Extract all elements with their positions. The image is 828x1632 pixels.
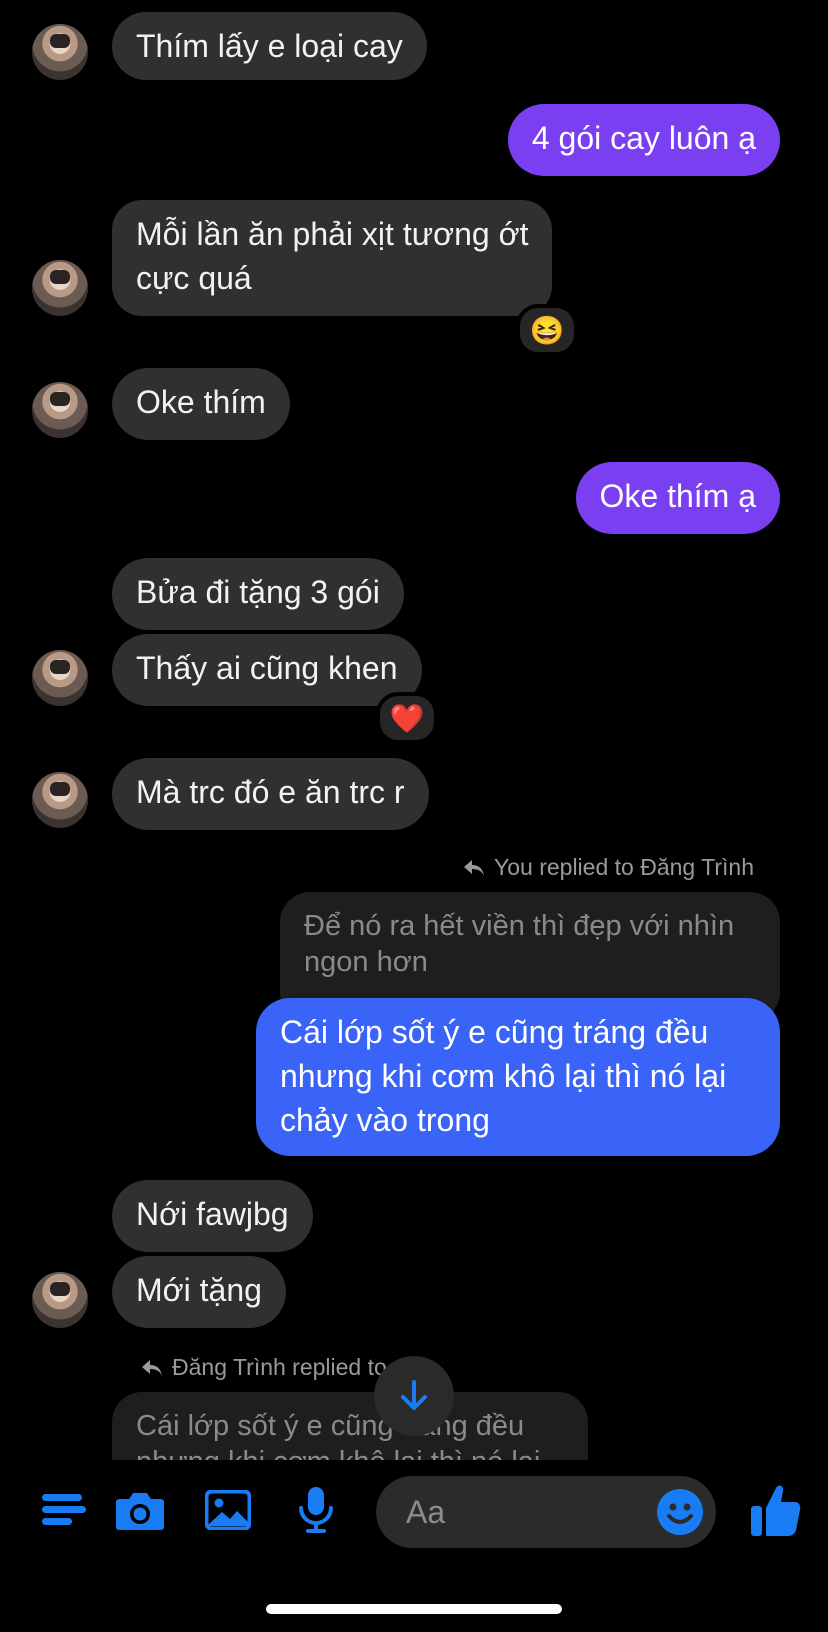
contact-avatar[interactable] xyxy=(32,382,88,438)
message-text: nhưng khi cơm khô lại thì nó lại xyxy=(280,1058,727,1094)
contact-avatar[interactable] xyxy=(32,1272,88,1328)
like-button[interactable] xyxy=(750,1482,802,1538)
emoji-button[interactable] xyxy=(656,1488,704,1536)
reaction-emoji: ❤️ xyxy=(389,702,425,734)
incoming-message[interactable]: Thấy ai cũng khen xyxy=(112,634,422,706)
quoted-message[interactable]: Cái lớp sốt ý e cũng tráng đều nhưng khi… xyxy=(112,1392,588,1460)
reaction-heart[interactable]: ❤️ xyxy=(376,692,438,744)
incoming-message[interactable]: Nới fawjbg xyxy=(112,1180,313,1252)
outgoing-message[interactable]: 4 gói cay luôn ạ xyxy=(507,104,780,176)
message-text: Cái lớp sốt ý e cũng tráng đều xyxy=(280,1014,709,1050)
incoming-message[interactable]: Mà trc đó e ăn trc r xyxy=(112,758,429,830)
contact-avatar[interactable] xyxy=(32,772,88,828)
message-text: Thấy ai cũng khen xyxy=(136,650,398,686)
menu-icon xyxy=(42,1494,86,1525)
menu-button[interactable] xyxy=(34,1480,94,1540)
gallery-button[interactable] xyxy=(198,1480,258,1540)
message-text: Nới fawjbg xyxy=(136,1196,289,1232)
contact-avatar[interactable] xyxy=(32,260,88,316)
microphone-button[interactable] xyxy=(286,1480,346,1540)
incoming-message[interactable]: Mỗi lần ăn phải xịt tương ớt cực quá xyxy=(112,200,553,316)
quoted-text: Để nó ra hết viền thì đẹp với nhìn xyxy=(304,910,735,942)
reply-indicator-text: You replied to Đăng Trình xyxy=(494,854,754,880)
image-icon xyxy=(205,1490,251,1530)
message-text: 4 gói cay luôn ạ xyxy=(531,120,756,156)
message-text: Oke thím ạ xyxy=(599,478,757,514)
incoming-message[interactable]: Bửa đi tặng 3 gói xyxy=(112,558,404,630)
message-text: chảy vào trong xyxy=(280,1102,490,1138)
contact-avatar[interactable] xyxy=(32,650,88,706)
message-text: Thím lấy e loại cay xyxy=(136,28,403,64)
camera-icon xyxy=(116,1493,164,1530)
message-text: Mới tặng xyxy=(136,1272,262,1308)
incoming-message[interactable]: Thím lấy e loại cay xyxy=(112,12,427,80)
reply-indicator: You replied to Đăng Trình xyxy=(462,854,754,881)
quoted-text: ngon hơn xyxy=(304,946,428,978)
home-indicator xyxy=(266,1604,562,1614)
thumbs-up-icon xyxy=(751,1485,801,1536)
reply-arrow-icon xyxy=(464,859,484,876)
contact-avatar[interactable] xyxy=(32,24,88,80)
message-input-placeholder: Aa xyxy=(406,1494,446,1530)
reaction-laughing[interactable]: 😆 xyxy=(516,304,578,356)
reaction-emoji: 😆 xyxy=(529,314,565,346)
message-text: Oke thím xyxy=(136,384,266,420)
quoted-text: Cái lớp sốt ý e cũng tráng đều xyxy=(136,1410,525,1442)
message-text: Mỗi lần ăn phải xịt tương ớt xyxy=(136,216,529,252)
emoji-icon xyxy=(657,1489,703,1535)
arrow-down-icon xyxy=(401,1380,427,1410)
incoming-message[interactable]: Mới tặng xyxy=(112,1256,286,1328)
camera-button[interactable] xyxy=(110,1480,170,1540)
incoming-message[interactable]: Oke thím xyxy=(112,368,290,440)
scroll-to-bottom-button[interactable] xyxy=(374,1356,454,1436)
outgoing-message[interactable]: Oke thím ạ xyxy=(575,462,780,534)
outgoing-message[interactable]: Cái lớp sốt ý e cũng tráng đều nhưng khi… xyxy=(256,998,780,1156)
message-text: cực quá xyxy=(136,260,252,296)
message-thread[interactable]: Thím lấy e loại cay 4 gói cay luôn ạ Mỗi… xyxy=(0,0,828,1460)
microphone-icon xyxy=(299,1487,333,1533)
message-text: Mà trc đó e ăn trc r xyxy=(136,774,405,810)
reply-arrow-icon xyxy=(142,1359,162,1376)
quoted-text: nhưng khi cơm khô lại thì nó lại xyxy=(136,1444,564,1460)
message-text: Bửa đi tặng 3 gói xyxy=(136,574,380,610)
